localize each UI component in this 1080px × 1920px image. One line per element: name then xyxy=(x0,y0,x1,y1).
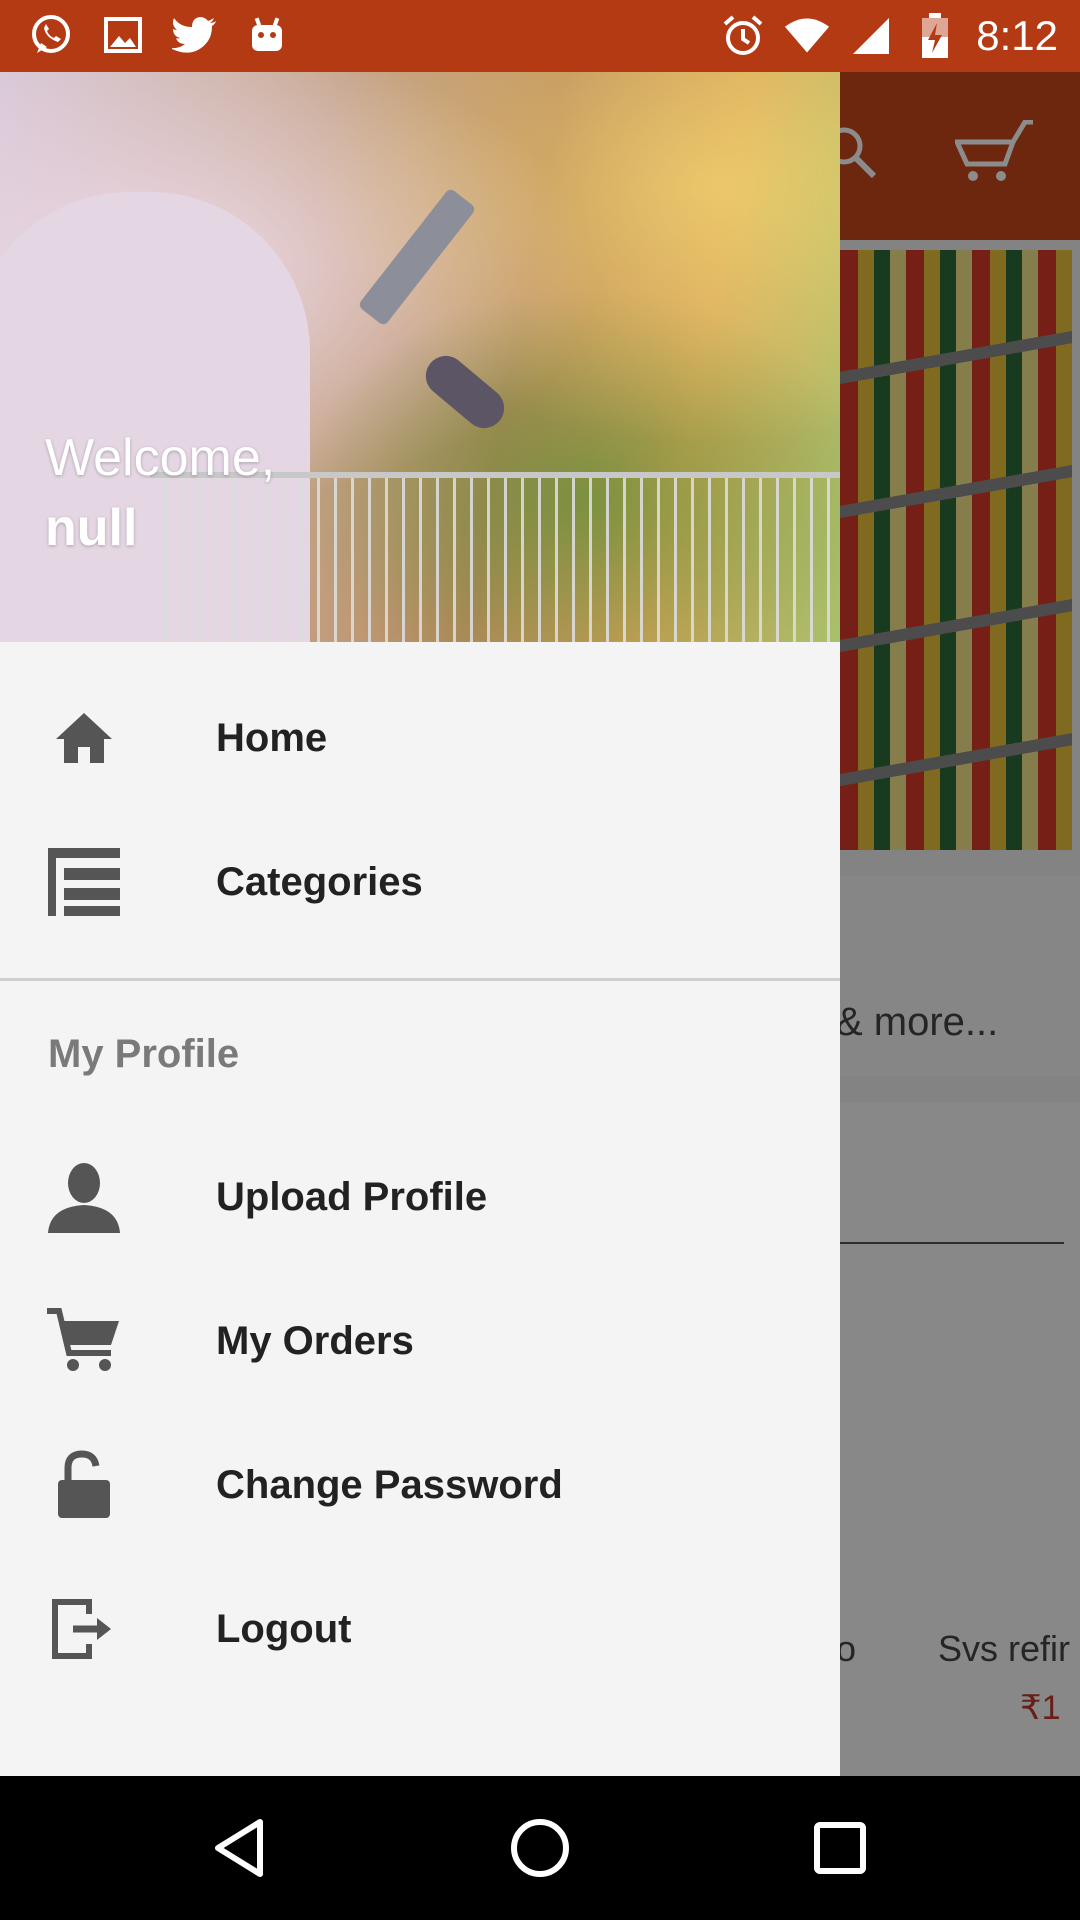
menu-divider xyxy=(0,978,840,981)
android-icon xyxy=(244,12,290,58)
gallery-icon xyxy=(100,12,146,58)
home-circle-icon[interactable] xyxy=(500,1808,580,1888)
welcome-text: Welcome, xyxy=(45,429,276,487)
twitter-icon xyxy=(172,12,218,58)
home-icon xyxy=(46,700,122,776)
wifi-icon xyxy=(784,13,830,59)
unlock-icon xyxy=(46,1447,122,1523)
signal-icon xyxy=(848,13,894,59)
menu-item-my-orders[interactable]: My Orders xyxy=(0,1269,840,1413)
clock: 8:12 xyxy=(976,12,1058,59)
cart-icon xyxy=(46,1303,122,1379)
battery-charging-icon xyxy=(912,13,958,59)
categories-icon xyxy=(46,844,122,920)
drawer-header: Welcome, null xyxy=(0,72,840,642)
menu-item-logout[interactable]: Logout xyxy=(0,1557,840,1701)
menu-item-categories[interactable]: Categories xyxy=(0,810,840,954)
system-nav-bar xyxy=(0,1776,1080,1920)
logout-icon xyxy=(46,1591,122,1667)
back-icon[interactable] xyxy=(200,1808,280,1888)
recents-icon[interactable] xyxy=(800,1808,880,1888)
alarm-icon xyxy=(720,13,766,59)
section-title-my-profile: My Profile xyxy=(48,1032,240,1076)
header-photo-handle xyxy=(417,347,513,437)
header-photo-cart xyxy=(150,472,840,642)
menu-item-upload-profile[interactable]: Upload Profile xyxy=(0,1125,840,1269)
navigation-drawer: Welcome, null Home Categories My Profile… xyxy=(0,72,840,1776)
menu-item-home[interactable]: Home xyxy=(0,666,840,810)
menu-item-label: My Orders xyxy=(216,1318,414,1363)
person-icon xyxy=(46,1159,122,1235)
menu-item-label: Logout xyxy=(216,1606,352,1651)
menu-item-label: Home xyxy=(216,715,328,760)
username: null xyxy=(45,499,138,557)
header-photo-phone xyxy=(357,187,477,327)
menu-item-label: Change Password xyxy=(216,1462,563,1507)
menu-item-change-password[interactable]: Change Password xyxy=(0,1413,840,1557)
status-bar: 8:12 xyxy=(0,0,1080,72)
menu-item-label: Upload Profile xyxy=(216,1174,488,1219)
menu-item-label: Categories xyxy=(216,859,423,904)
whatsapp-icon xyxy=(28,12,74,58)
